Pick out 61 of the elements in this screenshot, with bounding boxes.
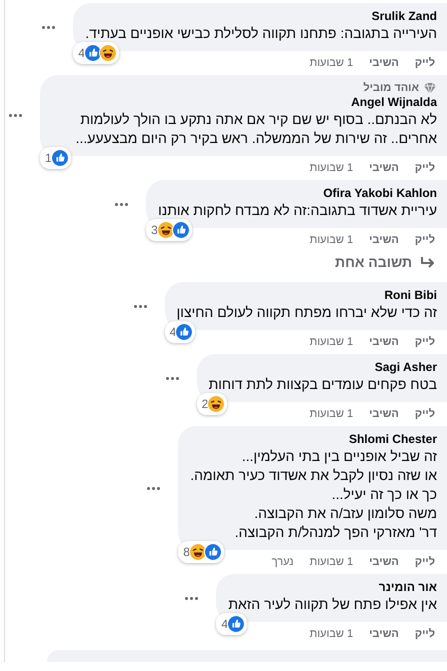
action-link[interactable]: לייק — [414, 556, 435, 569]
comment-text: לא הבנתם.. בסוף יש שם קיר אם אתה נתקע בו הולך לעולמות אחרים.. זה שירות של הממשלה. ראש בקיר רק היום מבצעעע... — [74, 110, 437, 148]
comment-meta: 1 שבועות — [310, 336, 354, 349]
action-link[interactable]: לייק — [414, 408, 435, 421]
comment-text: דר' מאזרקי הפך למנהל/ת הקבוצה. — [234, 523, 437, 542]
reaction-count[interactable]: 1 — [40, 147, 71, 169]
reaction-count[interactable]: 8 — [178, 541, 224, 563]
author-name[interactable]: Sagi Asher — [208, 360, 437, 375]
comment-meta: 1 שבועות — [310, 162, 354, 175]
reaction-count[interactable]: 4 — [216, 613, 247, 635]
laughing-face-icon — [207, 395, 226, 413]
like-icon — [204, 543, 222, 561]
comment-meta: 1 שבועות — [310, 408, 354, 421]
comment-text: כך או כך זה יעיל... — [330, 485, 437, 504]
comment-text: העירייה בתגובה: פתחנו תקווה לסלילת כבישי אופניים בעתיד. — [85, 24, 437, 43]
laughing-face-icon — [156, 221, 175, 239]
action-link[interactable]: לייק — [414, 336, 435, 349]
action-link[interactable]: השיבי — [369, 556, 399, 569]
comment-text: עיריית אשדוד בתגובה:זה לא מבדח לחקות אותנו — [158, 201, 437, 220]
comment-meta: 1 שבועות — [310, 57, 354, 70]
comment-text: זה שביל אופניים בין בתי העלמין... — [240, 447, 437, 466]
action-link[interactable]: השיבי — [369, 628, 399, 641]
comment-text: אין אפילו פתח של תקווה לעיר הזאת — [228, 595, 437, 614]
like-icon — [50, 149, 69, 167]
author-name[interactable]: Srulik Zand — [85, 9, 437, 24]
author-name[interactable]: Roni Bibi — [176, 288, 437, 303]
comment-meta: 1 שבועות — [310, 556, 354, 569]
comment-text: זה כדי שלא יברחו מפתח תקווה לעולם החיצון — [176, 303, 437, 322]
author-name[interactable]: Ofira Yakobi Kahlon — [158, 186, 437, 201]
comment-text: או שזה נסיון לקבל את אשדוד כעיר תאומה. — [190, 466, 437, 485]
action-link[interactable]: השיבי — [369, 162, 399, 175]
comment-text: בטח פקחים עומדים בקצוות לתת דוחות — [208, 375, 437, 394]
reaction-count[interactable]: 2 — [196, 393, 228, 415]
like-icon — [227, 615, 245, 633]
action-link[interactable]: השיבי — [369, 57, 399, 70]
action-link[interactable]: לייק — [414, 628, 435, 641]
laughing-face-icon — [98, 44, 117, 62]
replies-link[interactable]: תשובה אחת — [323, 252, 447, 282]
action-link[interactable]: השיבי — [369, 408, 399, 421]
like-icon — [84, 44, 102, 62]
reaction-count[interactable]: 3 — [146, 219, 192, 241]
comment-meta: 1 שבועות — [310, 234, 354, 247]
reply-arrow-icon — [420, 255, 435, 269]
action-link[interactable]: השיבי — [369, 336, 399, 349]
action-link[interactable]: לייק — [414, 234, 435, 247]
comment-meta: 1 שבועות — [310, 628, 354, 641]
comment-text: משה סלומון עזב/ה את הקבוצה. — [253, 504, 437, 523]
diamond-icon — [423, 82, 437, 94]
like-icon — [175, 323, 194, 341]
reaction-count[interactable]: 4 — [73, 42, 119, 64]
comment-meta: נערך — [272, 556, 294, 569]
author-name[interactable]: Shlomi Chester — [190, 432, 437, 447]
action-link[interactable]: לייק — [414, 162, 435, 175]
like-icon — [172, 221, 190, 239]
author-name[interactable]: אור הומינר — [228, 580, 437, 595]
member-label: אוהד מוביל — [363, 81, 419, 95]
action-link[interactable]: לייק — [414, 57, 435, 70]
action-link[interactable]: השיבי — [369, 234, 399, 247]
reaction-count[interactable]: 4 — [164, 321, 196, 343]
laughing-face-icon — [188, 543, 207, 561]
author-name[interactable]: Angel Wijnalda — [52, 95, 437, 110]
